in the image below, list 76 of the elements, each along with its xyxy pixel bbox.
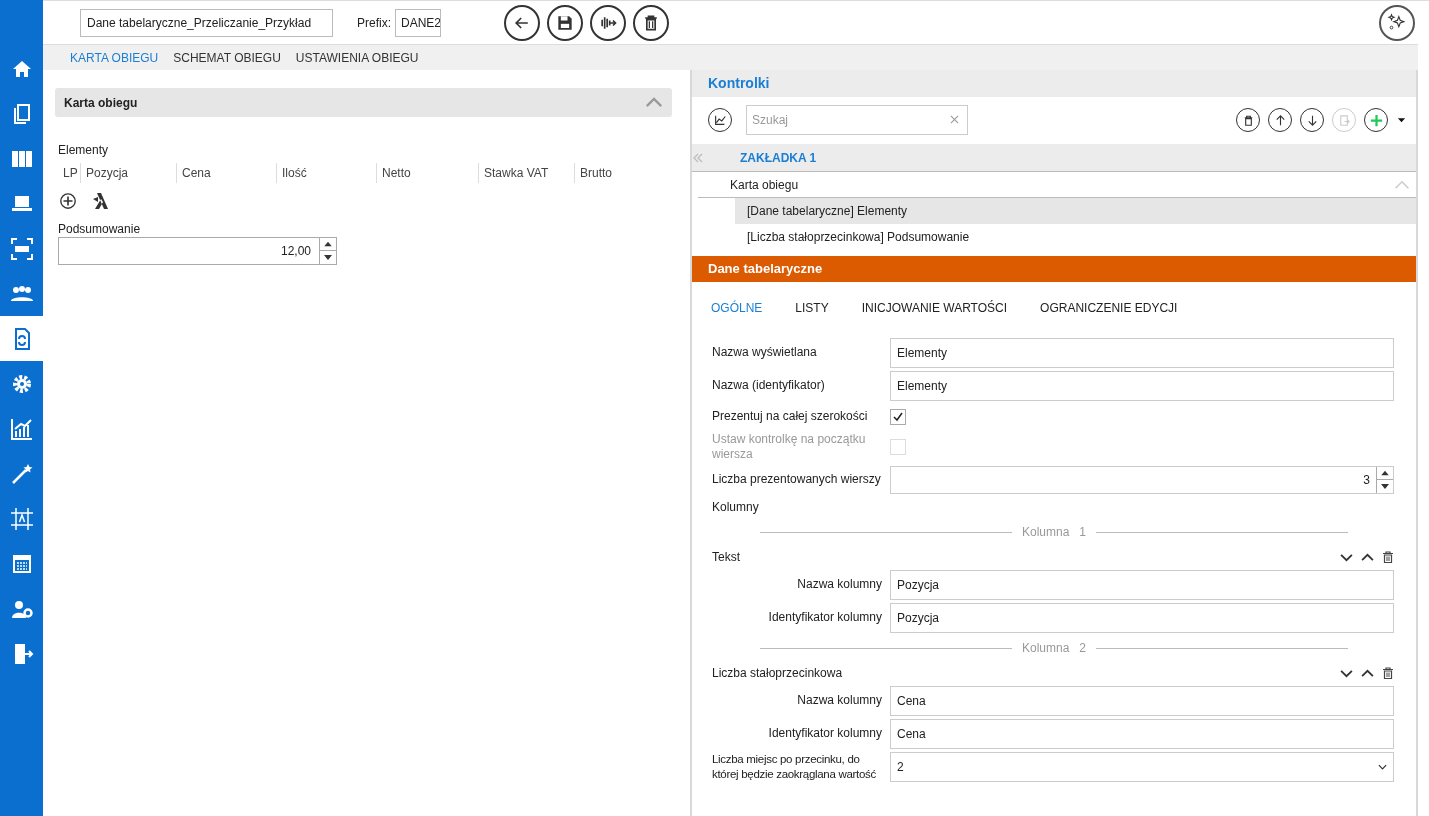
column-header: Pozycja	[80, 163, 176, 183]
tab[interactable]: OGRANICZENIE EDYCJI	[1040, 299, 1178, 317]
select-value: 2	[897, 758, 904, 776]
tab[interactable]: KARTA OBIEGU	[70, 48, 159, 67]
field-label: Liczba miejsc po przecinku, do której będzie zaokrąglana wartość	[712, 751, 877, 782]
field-label: Prezentuj na całej szerokości	[712, 409, 869, 424]
text-frame-icon	[9, 506, 34, 531]
card-title: Karta obiegu	[64, 94, 138, 112]
panel-title: Kontrolki	[708, 74, 770, 93]
tree-item[interactable]: [Liczba stałoprzecinkowa] Podsumowanie	[735, 224, 1416, 250]
column-type: Tekst	[712, 549, 740, 566]
text-field[interactable]: Pozycja	[890, 602, 1394, 633]
text-field[interactable]: Cena	[890, 718, 1394, 749]
divider-number: 2	[1079, 640, 1087, 657]
growth-chart-icon	[9, 416, 34, 441]
field-label: Identyfikator kolumny	[767, 610, 883, 625]
dropdown-caret-icon[interactable]	[1397, 117, 1406, 123]
field-label: Nazwa (identyfikator)	[712, 378, 826, 393]
text-field[interactable]: Cena	[890, 685, 1394, 716]
chevron-up-icon[interactable]	[1361, 552, 1374, 562]
add-row-icon[interactable]	[59, 192, 77, 210]
tab[interactable]: OGÓLNE	[711, 299, 763, 317]
tree-item[interactable]: [Dane tabelaryczne] Elementy	[735, 198, 1416, 224]
divider-number: 1	[1079, 524, 1087, 541]
select-field[interactable]: 2	[890, 751, 1394, 782]
field-label: Ustaw kontrolkę na początku wiersza	[712, 432, 867, 462]
tab[interactable]: INICJOWANIE WARTOŚCI	[861, 299, 1008, 317]
tab[interactable]: SCHEMAT OBIEGU	[173, 48, 281, 67]
prefix-field[interactable]: DANE2	[395, 8, 441, 37]
chevron-down-icon	[1378, 763, 1387, 770]
field-label: Nazwa wyświetlana	[712, 345, 818, 360]
field-label: Identyfikator kolumny	[767, 726, 883, 741]
back-button[interactable]	[504, 4, 540, 41]
tab[interactable]: LISTY	[795, 299, 829, 317]
column-header: LP	[62, 165, 79, 182]
field-label: Liczba prezentowanych wierszy	[712, 472, 882, 487]
line-chart-icon	[713, 113, 727, 127]
title-field[interactable]: Dane tabelaryczne_Przeliczanie_Przykład	[80, 8, 333, 37]
sidebar-item[interactable]	[0, 316, 43, 361]
tree-label: Karta obiegu	[730, 176, 799, 194]
checkmark-icon	[892, 410, 904, 423]
save-button[interactable]	[547, 4, 583, 41]
chevron-down-icon[interactable]	[1340, 552, 1353, 562]
field-label: Nazwa kolumny	[796, 693, 883, 708]
text-field[interactable]: Elementy	[890, 337, 1394, 368]
section-title: Dane tabelaryczne	[708, 260, 823, 279]
chevron-up-icon[interactable]	[1361, 668, 1374, 678]
text-field[interactable]: Pozycja	[890, 569, 1394, 600]
page-tab[interactable]: ZAKŁADKA 1	[740, 148, 817, 167]
prefix-label: Prefix:	[357, 14, 391, 32]
checkbox[interactable]	[890, 408, 906, 425]
field-label: Elementy	[58, 142, 110, 158]
column-header: Stawka VAT	[478, 163, 574, 183]
field-label: Podsumowanie	[58, 221, 142, 237]
column-header: Netto	[376, 163, 478, 183]
column-type: Liczba stałoprzecinkowa	[712, 665, 843, 682]
flow-button[interactable]	[590, 4, 626, 41]
section-label: Kolumny	[712, 499, 760, 516]
trash-icon[interactable]	[1382, 667, 1394, 679]
search-field[interactable]: Szukaj	[746, 105, 968, 135]
delete-button[interactable]	[633, 4, 669, 41]
divider-label: Kolumna	[1021, 524, 1070, 541]
chevron-down-icon[interactable]	[1340, 668, 1353, 678]
trash-icon[interactable]	[1382, 551, 1394, 563]
divider-label: Kolumna	[1021, 640, 1070, 657]
column-header: Ilość	[276, 163, 376, 183]
plus-icon	[1368, 112, 1384, 128]
scan-text-icon	[9, 236, 34, 261]
tab[interactable]: USTAWIENIA OBIEGU	[295, 48, 419, 67]
column-header: Brutto	[574, 163, 654, 183]
sparkle-button[interactable]	[1379, 4, 1415, 41]
text-field[interactable]: Elementy	[890, 370, 1394, 401]
column-header: Cena	[176, 163, 276, 183]
card-header[interactable]: Karta obiegu	[55, 88, 672, 117]
field-label: Nazwa kolumny	[796, 577, 883, 592]
close-icon[interactable]	[950, 115, 959, 124]
